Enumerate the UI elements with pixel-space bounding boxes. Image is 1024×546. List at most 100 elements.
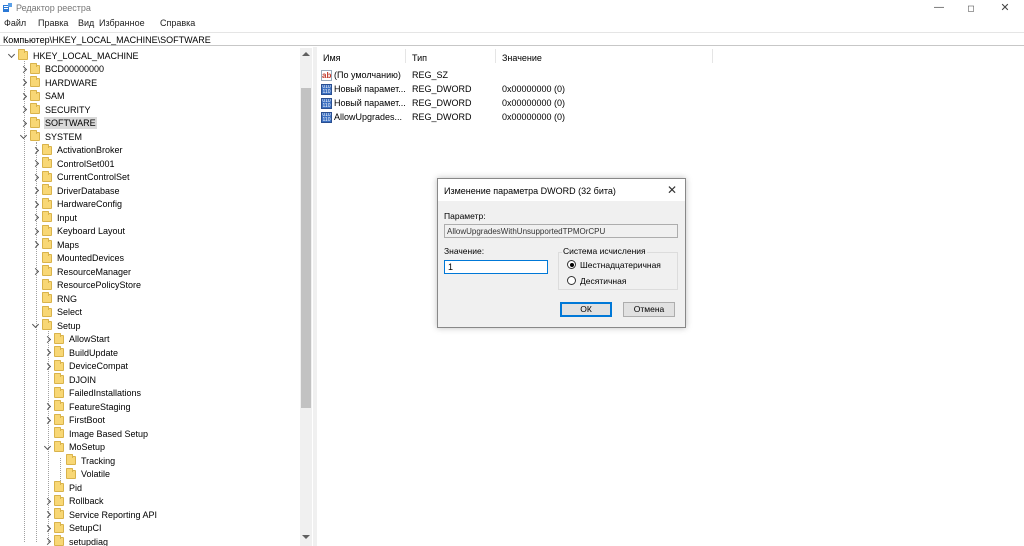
tree-item-currentcontrolset[interactable]: CurrentControlSet — [30, 170, 131, 184]
scroll-down-arrow-icon[interactable] — [302, 535, 310, 539]
minimize-button[interactable]: — — [922, 0, 956, 16]
list-row[interactable]: 010 110 Новый парамет... REG_DWORD 0x0000… — [317, 82, 1017, 96]
maximize-button[interactable]: ◻ — [954, 0, 988, 16]
tree-item-sam[interactable]: SAM — [18, 89, 66, 103]
decimal-radio[interactable] — [567, 276, 576, 285]
tree-item-driverdatabase[interactable]: DriverDatabase — [30, 184, 121, 197]
tree-item-mosetup[interactable]: MoSetup — [42, 440, 106, 454]
tree-item-buildupdate[interactable]: BuildUpdate — [42, 346, 119, 359]
ok-button[interactable]: ОК — [560, 302, 612, 317]
expand-chevron-icon[interactable] — [42, 346, 54, 359]
expand-chevron-icon[interactable] — [18, 117, 30, 130]
tree-item-rng[interactable]: RNG — [30, 292, 78, 305]
dialog-close-icon[interactable]: ✕ — [667, 183, 677, 197]
tree-scrollbar[interactable] — [300, 48, 312, 546]
expand-chevron-icon[interactable] — [42, 535, 54, 546]
tree-item-djoin[interactable]: DJOIN — [42, 373, 97, 386]
expand-chevron-icon[interactable] — [30, 225, 42, 238]
tree-item-devicecompat[interactable]: DeviceCompat — [42, 359, 129, 373]
tree-item-setup[interactable]: Setup — [30, 319, 82, 332]
tree-item-hardwareconfig[interactable]: HardwareConfig — [30, 197, 123, 211]
expand-chevron-icon[interactable] — [30, 211, 42, 224]
column-value-header[interactable]: Значение — [502, 53, 542, 63]
hex-radio[interactable] — [567, 260, 576, 269]
close-button[interactable]: ✕ — [988, 0, 1022, 16]
decimal-radio-label[interactable]: Десятичная — [580, 276, 626, 286]
tree-item-select[interactable]: Select — [30, 305, 83, 319]
expand-chevron-icon[interactable] — [30, 157, 42, 170]
tree-item-bcd00000000[interactable]: BCD00000000 — [18, 62, 105, 76]
collapse-chevron-icon[interactable] — [42, 441, 54, 454]
expand-chevron-icon[interactable] — [18, 90, 30, 103]
expand-chevron-icon[interactable] — [42, 522, 54, 535]
folder-icon — [42, 305, 52, 317]
expand-chevron-icon[interactable] — [42, 508, 54, 521]
tree-item-rollback[interactable]: Rollback — [42, 494, 105, 508]
expand-chevron-icon[interactable] — [30, 144, 42, 157]
expand-chevron-icon[interactable] — [42, 333, 54, 346]
tree-item-volatile[interactable]: Volatile — [54, 467, 111, 481]
cancel-button[interactable]: Отмена — [623, 302, 675, 317]
collapse-chevron-icon[interactable] — [18, 130, 30, 143]
tree-item-software[interactable]: SOFTWARE — [18, 116, 97, 130]
param-name-field: AllowUpgradesWithUnsupportedTPMOrCPU — [444, 224, 678, 238]
address-bar[interactable]: Компьютер\HKEY_LOCAL_MACHINE\SOFTWARE — [0, 32, 1024, 46]
tree-item-system[interactable]: SYSTEM — [18, 130, 83, 143]
tree-item-setupdiag[interactable]: setupdiag — [42, 535, 109, 546]
column-separator[interactable] — [712, 49, 713, 63]
expand-chevron-icon[interactable] — [18, 76, 30, 89]
registry-tree[interactable]: HKEY_LOCAL_MACHINE BCD00000000 HARDWARE SAM… — [0, 47, 313, 546]
expand-chevron-icon[interactable] — [18, 63, 30, 76]
expand-chevron-icon[interactable] — [30, 265, 42, 278]
scroll-up-arrow-icon[interactable] — [302, 52, 310, 56]
list-row[interactable]: 010 110 Новый парамет... REG_DWORD 0x0000… — [317, 96, 1017, 110]
tree-item-resourcepolicystore[interactable]: ResourcePolicyStore — [30, 278, 142, 292]
tree-item-firstboot[interactable]: FirstBoot — [42, 413, 106, 427]
collapse-chevron-icon[interactable] — [6, 49, 18, 62]
tree-item-hardware[interactable]: HARDWARE — [18, 76, 98, 89]
tree-item-allowstart[interactable]: AllowStart — [42, 332, 111, 346]
tree-item-activationbroker[interactable]: ActivationBroker — [30, 143, 124, 157]
menu-favorites[interactable]: Избранное — [99, 18, 145, 28]
column-separator[interactable] — [495, 49, 496, 63]
tree-item-mounteddevices[interactable]: MountedDevices — [30, 251, 125, 265]
menu-file[interactable]: Файл — [4, 18, 26, 28]
tree-item-service-reporting-api[interactable]: Service Reporting API — [42, 508, 158, 521]
menu-help[interactable]: Справка — [160, 18, 195, 28]
tree-item-input[interactable]: Input — [30, 211, 78, 224]
list-row[interactable]: ab (По умолчанию) REG_SZ — [317, 68, 1017, 82]
scroll-thumb[interactable] — [301, 88, 311, 408]
tree-item-maps[interactable]: Maps — [30, 238, 80, 251]
tree-item-pid[interactable]: Pid — [42, 481, 83, 494]
menu-edit[interactable]: Правка — [38, 18, 68, 28]
expand-chevron-icon[interactable] — [42, 414, 54, 427]
tree-item-resourcemanager[interactable]: ResourceManager — [30, 265, 132, 278]
value-data-field[interactable]: 1 — [444, 260, 548, 274]
tree-item-setupci[interactable]: SetupCI — [42, 521, 103, 535]
tree-item-controlset001[interactable]: ControlSet001 — [30, 157, 116, 170]
expand-chevron-icon[interactable] — [30, 171, 42, 184]
expand-chevron-icon[interactable] — [30, 184, 42, 197]
tree-item-image-based-setup[interactable]: Image Based Setup — [42, 427, 149, 440]
menu-view[interactable]: Вид — [78, 18, 94, 28]
value-name: Новый парамет... — [334, 98, 406, 108]
collapse-chevron-icon[interactable] — [30, 319, 42, 332]
tree-item-hkey-local-machine[interactable]: HKEY_LOCAL_MACHINE — [6, 49, 140, 62]
tree-item-tracking[interactable]: Tracking — [54, 454, 116, 467]
tree-item-failedinstallations[interactable]: FailedInstallations — [42, 386, 142, 400]
column-separator[interactable] — [405, 49, 406, 63]
tree-item-keyboard-layout[interactable]: Keyboard Layout — [30, 224, 126, 238]
expand-chevron-icon[interactable] — [30, 238, 42, 251]
expand-chevron-icon[interactable] — [42, 495, 54, 508]
tree-item-security[interactable]: SECURITY — [18, 103, 92, 116]
expand-chevron-icon[interactable] — [18, 103, 30, 116]
tree-item-featurestaging[interactable]: FeatureStaging — [42, 400, 132, 413]
expand-chevron-icon[interactable] — [42, 400, 54, 413]
expand-chevron-icon[interactable] — [42, 360, 54, 373]
expand-chevron-icon[interactable] — [30, 198, 42, 211]
hex-radio-label[interactable]: Шестнадцатеричная — [580, 260, 661, 270]
column-name-header[interactable]: Имя — [323, 53, 341, 63]
column-type-header[interactable]: Тип — [412, 53, 427, 63]
list-row[interactable]: 010 110 AllowUpgrades... REG_DWORD 0x0000… — [317, 110, 1017, 124]
